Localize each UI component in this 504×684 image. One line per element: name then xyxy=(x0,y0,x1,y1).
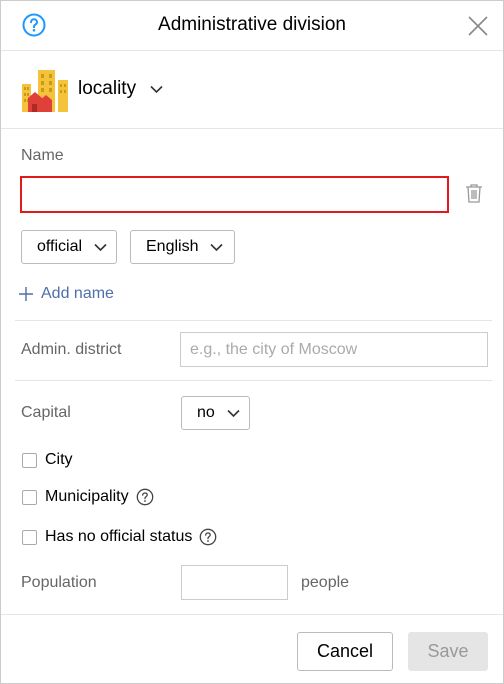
question-circle-icon[interactable] xyxy=(199,528,217,546)
chevron-down-icon xyxy=(227,409,240,418)
capital-select[interactable]: no xyxy=(181,396,250,430)
municipality-label: Municipality xyxy=(45,488,129,505)
dialog-footer: Cancel Save xyxy=(1,614,503,684)
dialog-header: Administrative division xyxy=(1,1,503,51)
chevron-down-icon xyxy=(210,243,223,252)
admin-district-input[interactable] xyxy=(180,332,488,367)
add-name-label: Add name xyxy=(41,285,114,302)
city-checkbox-row[interactable]: City xyxy=(22,451,73,469)
population-input[interactable] xyxy=(181,565,288,600)
chevron-down-icon xyxy=(150,85,163,94)
capital-label: Capital xyxy=(21,404,71,421)
no-status-checkbox-row[interactable]: Has no official status xyxy=(22,528,217,546)
name-input[interactable] xyxy=(20,176,449,213)
no-status-checkbox[interactable] xyxy=(22,529,37,545)
municipality-checkbox[interactable] xyxy=(22,489,37,505)
divider xyxy=(15,320,492,321)
city-buildings-icon xyxy=(22,70,68,112)
save-button[interactable]: Save xyxy=(408,632,488,671)
population-unit: people xyxy=(301,574,350,591)
divider xyxy=(15,380,492,381)
population-label: Population xyxy=(21,574,97,591)
admin-division-dialog: Administrative division locality Name of… xyxy=(0,0,504,684)
name-status-select[interactable]: official xyxy=(21,230,117,264)
cancel-button[interactable]: Cancel xyxy=(297,632,393,671)
add-name-link[interactable]: Add name xyxy=(19,285,114,303)
city-label: City xyxy=(45,451,73,468)
city-checkbox[interactable] xyxy=(22,452,37,468)
question-circle-icon[interactable] xyxy=(136,488,154,506)
name-label: Name xyxy=(21,147,64,164)
object-type-label: locality xyxy=(78,78,137,99)
chevron-down-icon xyxy=(94,243,107,252)
name-language-select[interactable]: English xyxy=(130,230,235,264)
trash-icon[interactable] xyxy=(465,183,483,203)
close-icon[interactable] xyxy=(467,15,489,37)
municipality-checkbox-row[interactable]: Municipality xyxy=(22,488,154,506)
admin-district-label: Admin. district xyxy=(21,341,122,358)
name-language-value: English xyxy=(146,238,199,255)
no-status-label: Has no official status xyxy=(45,528,193,545)
name-status-value: official xyxy=(37,238,83,255)
capital-value: no xyxy=(197,404,215,421)
plus-icon xyxy=(19,287,33,301)
object-type-selector[interactable]: locality xyxy=(1,52,503,129)
dialog-title: Administrative division xyxy=(158,14,346,35)
